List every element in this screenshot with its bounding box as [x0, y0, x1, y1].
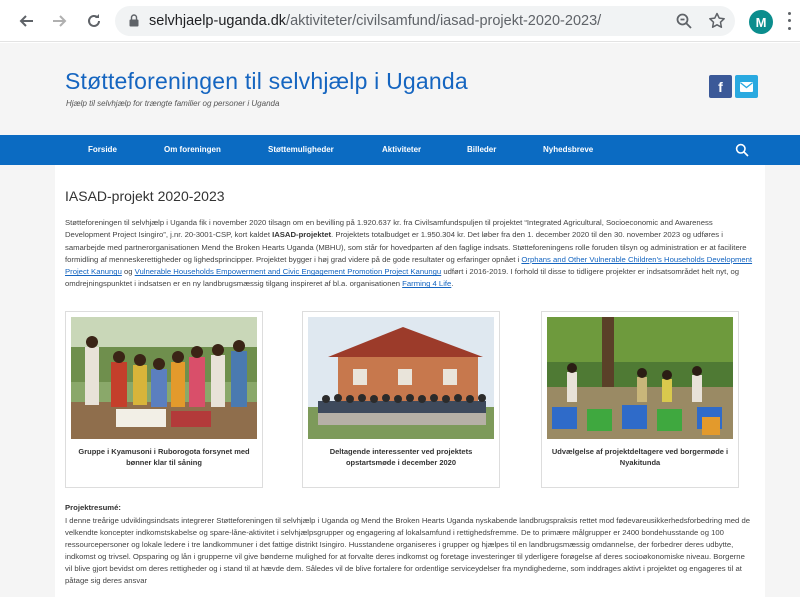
photo-card-2[interactable]: Deltagende interessenter ved projektets … — [302, 311, 500, 488]
photo-card-3[interactable]: Udvælgelse af projektdeltagere ved borge… — [541, 311, 739, 488]
main-menu: Forside Om foreningen Støttemuligheder A… — [0, 135, 800, 165]
photo-caption-2: Deltagende interessenter ved projektets … — [329, 447, 473, 467]
photo-group-beans[interactable] — [71, 317, 257, 439]
photo-card-1[interactable]: Gruppe i Kyamusoni i Ruborogota forsynet… — [65, 311, 263, 488]
link-vulnerable-households-project[interactable]: Vulnerable Households Empowerment and Ci… — [135, 267, 442, 276]
zoom-icon[interactable] — [675, 12, 693, 30]
reload-icon — [88, 14, 100, 27]
photo-stakeholders-meeting[interactable] — [308, 317, 494, 439]
site-title[interactable]: Støtteforeningen til selvhjælp i Uganda — [65, 68, 468, 95]
url-host: selvhjaelp-uganda.dk — [149, 13, 287, 29]
page-title: IASAD-projekt 2020-2023 — [65, 188, 225, 204]
email-button[interactable] — [735, 75, 758, 98]
article: IASAD-projekt 2020-2023 Støtteforeningen… — [55, 165, 765, 597]
browser-toolbar: selvhjaelp-uganda.dk/aktiviteter/civilsa… — [0, 0, 800, 42]
intro-paragraph: Støtteforeningen til selvhjælp i Uganda … — [65, 217, 753, 291]
resume-heading: Projektresumé: — [65, 503, 121, 512]
url-path: /aktiviteter/civilsamfund/iasad-projekt-… — [286, 13, 602, 29]
menu-item-stottemuligheder[interactable]: Støttemuligheder — [268, 145, 334, 154]
site-tagline: Hjælp til selvhjælp for trængte familier… — [66, 99, 280, 108]
photo-citizen-meeting[interactable] — [547, 317, 733, 439]
browser-menu-icon[interactable] — [786, 10, 792, 32]
forward-button[interactable] — [48, 9, 72, 33]
resume-paragraph: I denne treårige udviklingsindsats integ… — [65, 516, 751, 586]
search-icon[interactable] — [735, 143, 749, 157]
menu-item-billeder[interactable]: Billeder — [467, 145, 496, 154]
forward-arrow-icon — [53, 15, 67, 27]
facebook-button[interactable]: f — [709, 75, 732, 98]
web-page: Støtteforeningen til selvhjælp i Uganda … — [0, 43, 800, 597]
mail-icon — [740, 81, 753, 92]
profile-avatar[interactable]: M — [749, 10, 773, 34]
reload-button[interactable] — [82, 9, 106, 33]
facebook-icon: f — [718, 78, 723, 95]
url-text: selvhjaelp-uganda.dk/aktiviteter/civilsa… — [149, 13, 601, 29]
photo-caption-1: Gruppe i Kyamusoni i Ruborogota forsynet… — [78, 447, 250, 467]
bookmark-star-icon[interactable] — [708, 12, 726, 30]
menu-item-forside[interactable]: Forside — [88, 145, 117, 154]
lock-icon — [129, 14, 139, 27]
address-bar[interactable]: selvhjaelp-uganda.dk/aktiviteter/civilsa… — [115, 6, 735, 36]
back-arrow-icon — [19, 15, 33, 27]
intro-text-5: . — [451, 279, 454, 289]
menu-item-nyhedsbreve[interactable]: Nyhedsbreve — [543, 145, 593, 154]
link-farming-4-life[interactable]: Farming 4 Life — [402, 279, 451, 288]
menu-item-om-foreningen[interactable]: Om foreningen — [164, 145, 221, 154]
photo-caption-3: Udvælgelse af projektdeltagere ved borge… — [551, 447, 729, 467]
back-button[interactable] — [14, 9, 38, 33]
intro-text-3: og — [121, 267, 135, 277]
menu-item-aktiviteter[interactable]: Aktiviteter — [382, 145, 421, 154]
intro-bold: IASAD-projektet — [272, 230, 332, 240]
